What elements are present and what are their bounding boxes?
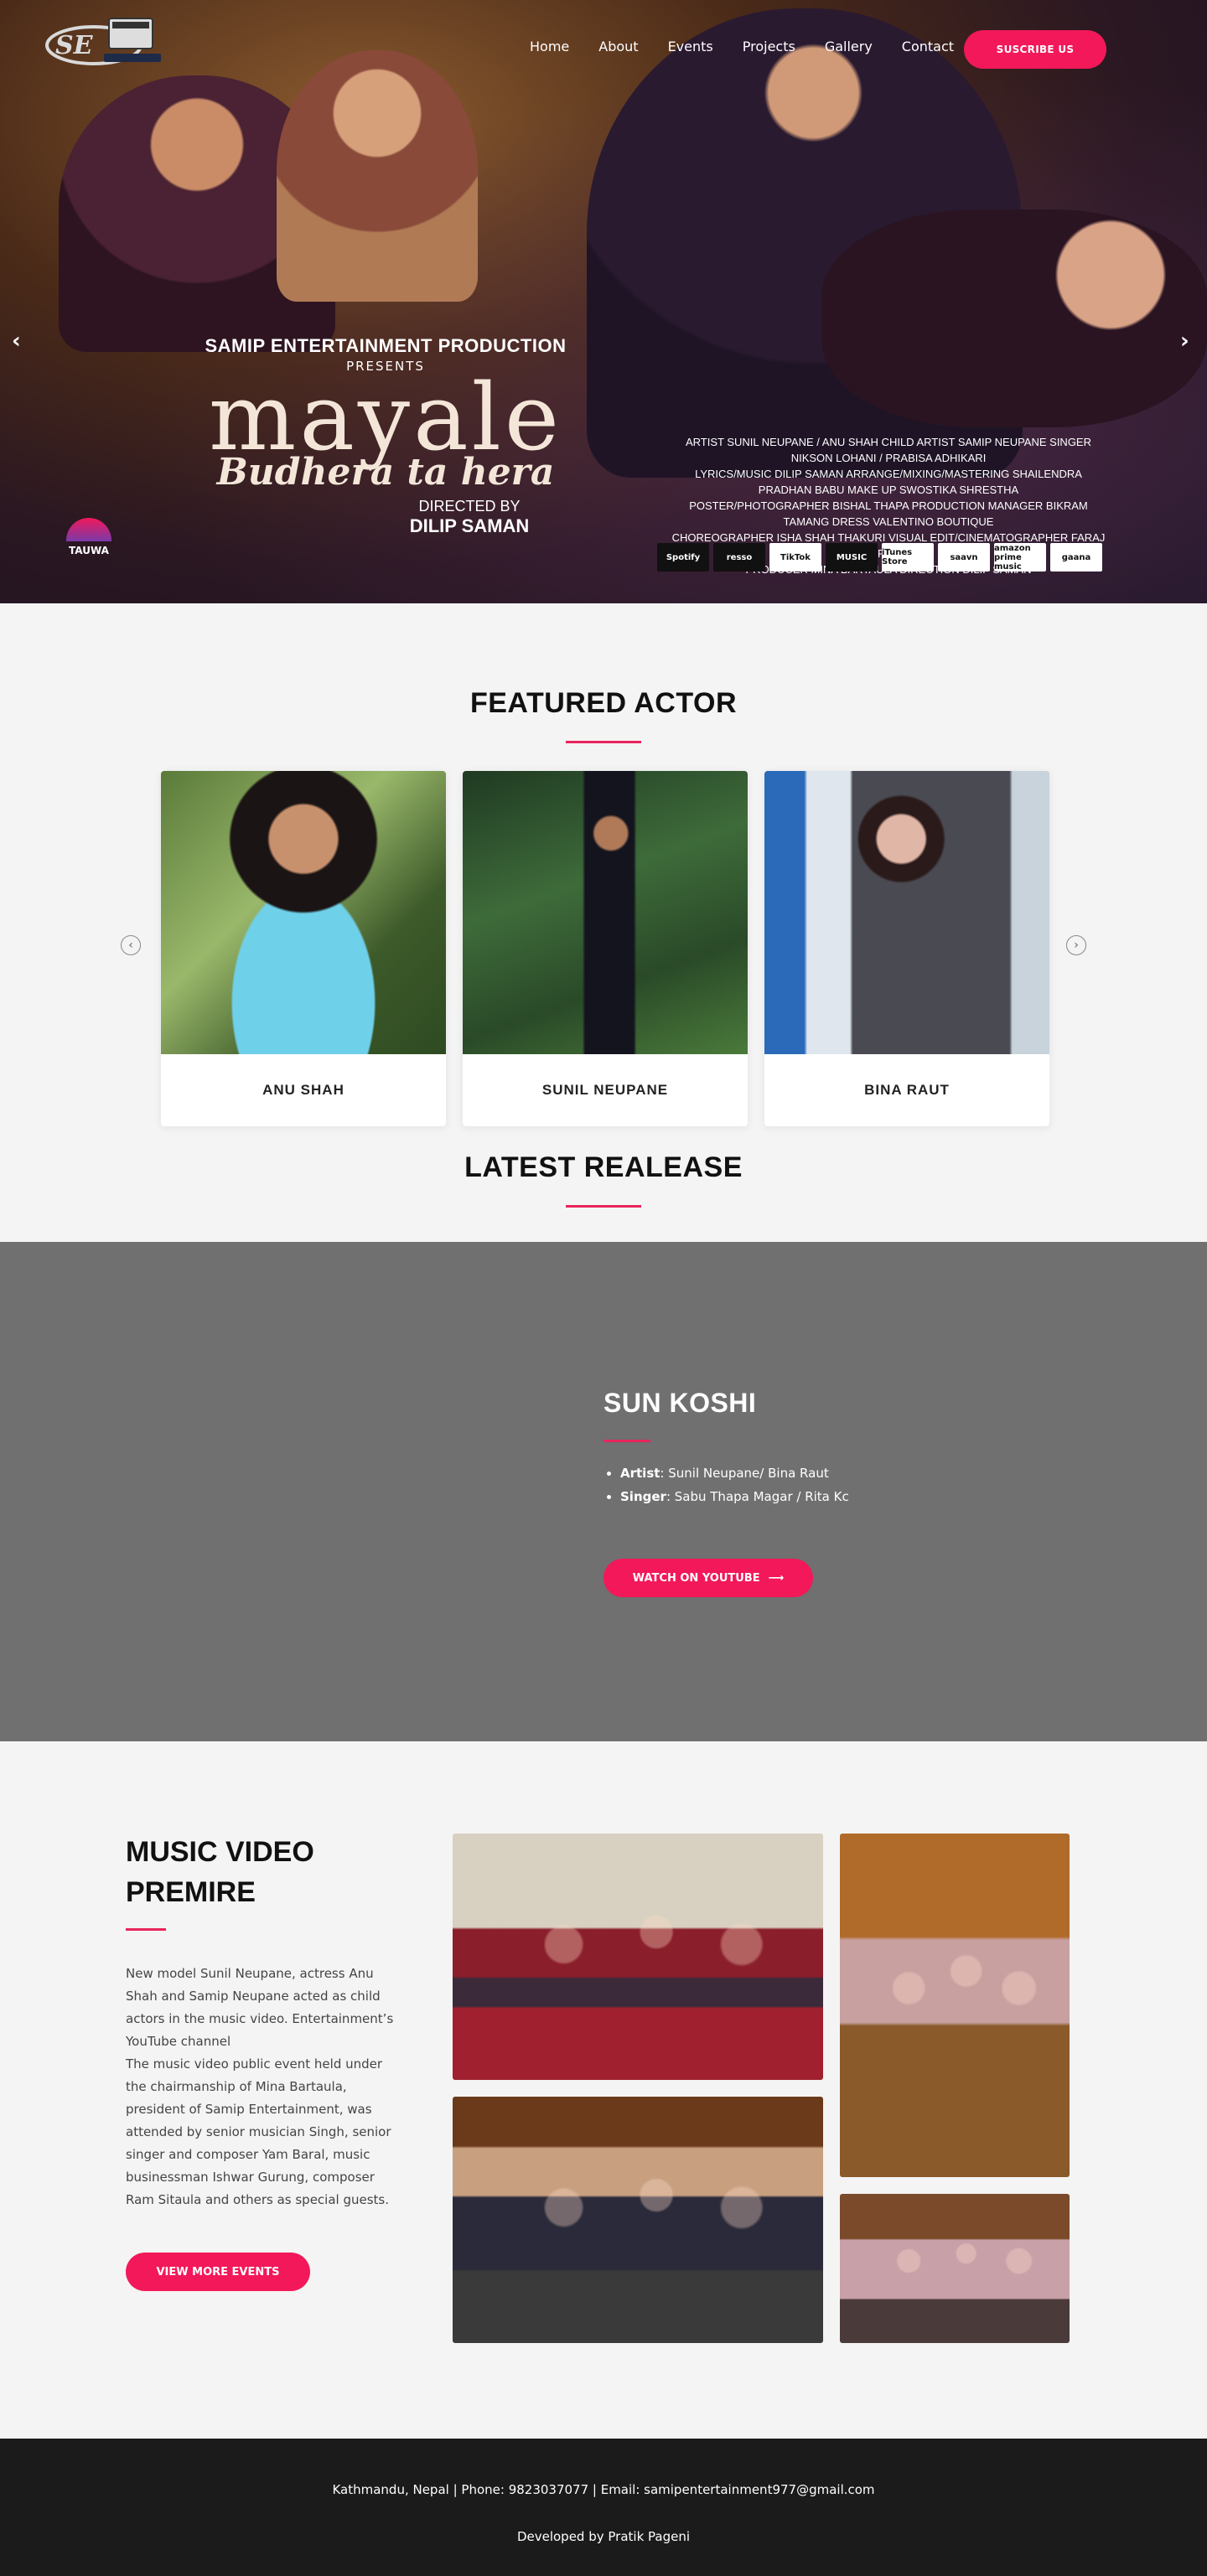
singer-label: Singer bbox=[620, 1489, 666, 1504]
hero-actress-image bbox=[277, 50, 478, 302]
release-song-title: SUN KOSHI bbox=[604, 1388, 757, 1418]
footer-developer: Developed by Pratik Pageni bbox=[516, 2529, 691, 2544]
singer-value: : Sabu Thapa Magar / Rita Kc bbox=[666, 1489, 849, 1504]
event-photo[interactable] bbox=[453, 2097, 823, 2343]
main-nav: Home About Events Projects Gallery Conta… bbox=[530, 39, 983, 54]
premire-title-underline bbox=[126, 1928, 166, 1931]
gaana-logo: gaana bbox=[1050, 543, 1102, 572]
event-photo[interactable] bbox=[453, 1834, 823, 2080]
actor-card[interactable]: BINA RAUT bbox=[764, 771, 1049, 1126]
arrow-right-icon: ⟶ bbox=[768, 1571, 785, 1585]
actor-name: BINA RAUT bbox=[864, 1082, 950, 1098]
artist-value: : Sunil Neupane/ Bina Raut bbox=[660, 1466, 829, 1481]
actor-name: ANU SHAH bbox=[262, 1082, 344, 1098]
page: SE Home About Events Projects Gallery Co… bbox=[0, 0, 1207, 2576]
nav-gallery[interactable]: Gallery bbox=[825, 39, 873, 54]
actor-photo bbox=[764, 771, 1049, 1054]
tiktok-logo: TikTok bbox=[769, 543, 821, 572]
premire-description: New model Sunil Neupane, actress Anu Sha… bbox=[126, 1966, 394, 2207]
featured-title-underline bbox=[566, 741, 641, 743]
slider-next-icon[interactable]: › bbox=[1180, 328, 1189, 354]
tauwa-label: TAUWA bbox=[69, 545, 109, 556]
credit-line: LYRICS/MUSIC DILIP SAMAN ARRANGE/MIXING/… bbox=[695, 468, 1082, 496]
slider-prev-icon[interactable]: ‹ bbox=[12, 328, 21, 354]
release-artist: Artist: Sunil Neupane/ Bina Raut bbox=[620, 1461, 849, 1485]
nav-home[interactable]: Home bbox=[530, 39, 569, 54]
nav-contact[interactable]: Contact bbox=[902, 39, 954, 54]
actor-carousel: ANU SHAH SUNIL NEUPANE BINA RAUT bbox=[161, 771, 1049, 1126]
hero-dancer-partner-image bbox=[821, 209, 1207, 427]
view-more-events-button[interactable]: VIEW MORE EVENTS bbox=[126, 2253, 310, 2291]
actor-photo bbox=[161, 771, 446, 1054]
event-photo[interactable] bbox=[840, 2194, 1070, 2343]
footer-contact: Kathmandu, Nepal | Phone: 9823037077 | E… bbox=[332, 2482, 875, 2497]
tauwa-logo: TAUWA bbox=[64, 518, 114, 556]
nav-projects[interactable]: Projects bbox=[743, 39, 795, 54]
directed-by-label: DIRECTED BY bbox=[418, 498, 521, 515]
nav-about[interactable]: About bbox=[598, 39, 638, 54]
itunes-logo: iTunes Store bbox=[882, 543, 934, 572]
amazon-music-logo: amazon prime music bbox=[994, 543, 1046, 572]
saavn-logo: saavn bbox=[938, 543, 990, 572]
spotify-logo: Spotify bbox=[657, 543, 709, 572]
svg-text:SE: SE bbox=[55, 31, 94, 60]
carousel-next-icon[interactable]: › bbox=[1066, 935, 1086, 955]
event-photo[interactable] bbox=[840, 1834, 1070, 2177]
song-subtitle: Budhera ta hera bbox=[216, 451, 555, 494]
release-singer: Singer: Sabu Thapa Magar / Rita Kc bbox=[620, 1485, 849, 1508]
latest-title-underline bbox=[566, 1205, 641, 1208]
credit-line: POSTER/PHOTOGRAPHER BISHAL THAPA PRODUCT… bbox=[689, 499, 1088, 528]
song-title: mayale bbox=[209, 364, 562, 471]
hero-banner: SE Home About Events Projects Gallery Co… bbox=[0, 0, 1207, 603]
tauwa-mountain-icon bbox=[66, 518, 111, 541]
carousel-prev-icon[interactable]: ‹ bbox=[121, 935, 141, 955]
actor-photo bbox=[463, 771, 748, 1054]
latest-release-title: LATEST REALEASE bbox=[464, 1151, 743, 1183]
site-footer: Kathmandu, Nepal | Phone: 9823037077 | E… bbox=[0, 2439, 1207, 2576]
featured-actor-title: FEATURED ACTOR bbox=[469, 687, 738, 719]
nav-events[interactable]: Events bbox=[668, 39, 713, 54]
actor-card[interactable]: SUNIL NEUPANE bbox=[463, 771, 748, 1126]
production-name: SAMIP ENTERTAINMENT PRODUCTION bbox=[205, 335, 567, 356]
subscribe-button[interactable]: SUSCRIBE US bbox=[964, 30, 1106, 69]
director-name: DILIP SAMAN bbox=[409, 515, 530, 536]
site-logo[interactable]: SE bbox=[44, 12, 169, 72]
actor-name: SUNIL NEUPANE bbox=[541, 1082, 669, 1098]
premire-title: MUSIC VIDEO PREMIRE bbox=[126, 1836, 314, 1908]
streaming-platforms: Spotify resso TikTok MUSIC iTunes Store … bbox=[657, 543, 1102, 572]
watch-button-label: WATCH ON YOUTUBE bbox=[632, 1571, 760, 1585]
artist-label: Artist bbox=[620, 1466, 660, 1481]
release-details: Artist: Sunil Neupane/ Bina Raut Singer:… bbox=[620, 1461, 849, 1508]
actor-card[interactable]: ANU SHAH bbox=[161, 771, 446, 1126]
release-title-underline bbox=[604, 1440, 650, 1442]
resso-logo: resso bbox=[713, 543, 765, 572]
apple-music-logo: MUSIC bbox=[826, 543, 878, 572]
latest-release-section: SUN KOSHI Artist: Sunil Neupane/ Bina Ra… bbox=[0, 1242, 1207, 1741]
watch-on-youtube-button[interactable]: WATCH ON YOUTUBE ⟶ bbox=[604, 1559, 813, 1597]
credit-line: ARTIST SUNIL NEUPANE / ANU SHAH CHILD AR… bbox=[685, 436, 1091, 464]
music-video-premire-section: MUSIC VIDEO PREMIRE New model Sunil Neup… bbox=[0, 1741, 1207, 2439]
hero-poster-text: SAMIP ENTERTAINMENT PRODUCTION PRESENTS … bbox=[151, 335, 620, 537]
